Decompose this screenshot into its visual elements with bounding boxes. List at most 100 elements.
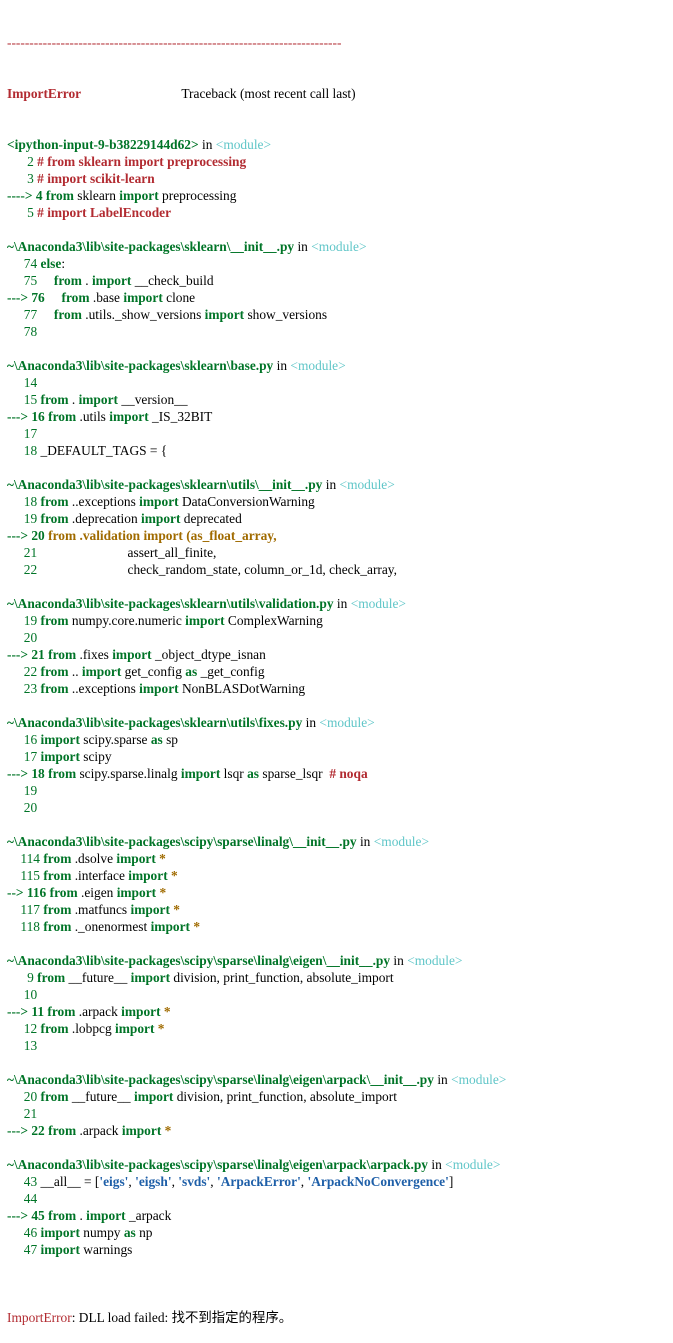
current-line-arrow: --->	[7, 528, 32, 543]
current-line-arrow: --->	[7, 1123, 32, 1138]
code-token: _IS_32BIT	[148, 409, 213, 424]
code-token: _arpack	[125, 1208, 172, 1223]
line-number: 22	[31, 1123, 45, 1138]
line-number: 3	[27, 171, 34, 186]
code-token: ,	[300, 1174, 308, 1189]
current-line-arrow: --->	[7, 409, 32, 424]
line-number: 21	[31, 647, 45, 662]
code-token: ..	[68, 664, 82, 679]
frame-file-path: ~\Anaconda3\lib\site-packages\scipy\spar…	[7, 953, 391, 968]
code-line: 19	[7, 782, 506, 799]
code-token: .arpack	[76, 1123, 122, 1138]
code-token: DataConversionWarning	[178, 494, 315, 509]
code-token: from	[40, 1021, 69, 1036]
code-token: preprocessing	[158, 188, 237, 203]
code-token: import	[91, 273, 132, 288]
line-number: 20	[23, 1089, 38, 1104]
code-token: *	[160, 1004, 171, 1019]
code-line: 43 __all__ = ['eigs', 'eigsh', 'svds', '…	[7, 1173, 506, 1190]
code-token: .dsolve	[71, 851, 117, 866]
code-token: from	[48, 1123, 77, 1138]
code-token: from	[45, 188, 74, 203]
code-line: 46 import numpy as np	[7, 1224, 506, 1241]
line-number: 2	[27, 154, 34, 169]
code-line: ---> 76 from .base import clone	[7, 289, 506, 306]
code-line: 20 from __future__ import division, prin…	[7, 1088, 506, 1105]
code-token: .interface	[71, 868, 129, 883]
code-token: ..exceptions	[68, 681, 140, 696]
code-token: __version__	[117, 392, 188, 407]
frame-in-keyword: in	[297, 239, 308, 254]
code-token: as	[247, 766, 260, 781]
line-number: 45	[31, 1208, 45, 1223]
footer-error-message: : DLL load failed: 找不到指定的程序。	[71, 1310, 293, 1325]
frame-in-keyword: in	[431, 1157, 442, 1172]
line-number: 9	[27, 970, 34, 985]
code-line: ---> 20 from .validation import (as_floa…	[7, 527, 506, 544]
code-token: .lobpcg	[68, 1021, 116, 1036]
code-token: 'ArpackError'	[216, 1174, 301, 1189]
frame-module-name: <module>	[451, 1072, 507, 1087]
code-token: division, print_function, absolute_impor…	[170, 970, 394, 985]
code-token: NonBLASDotWarning	[178, 681, 306, 696]
frame-header: ~\Anaconda3\lib\site-packages\scipy\spar…	[7, 1156, 506, 1173]
frame-header: ~\Anaconda3\lib\site-packages\sklearn\ut…	[7, 476, 506, 493]
line-number: 18	[23, 494, 38, 509]
traceback-output: ----------------------------------------…	[7, 0, 506, 1343]
code-token: *	[169, 902, 180, 917]
code-token: import	[185, 613, 225, 628]
frame-in-keyword: in	[359, 834, 371, 849]
code-token: 'eigsh'	[135, 1174, 172, 1189]
line-number: 5	[27, 205, 34, 220]
frame-module-name: <module>	[319, 715, 375, 730]
code-token: .fixes	[76, 647, 113, 662]
code-token: import	[78, 392, 118, 407]
line-number: 114	[20, 851, 40, 866]
line-number: 118	[20, 919, 40, 934]
code-token: sklearn	[73, 188, 120, 203]
code-token: __future__	[65, 970, 131, 985]
frame-header: ~\Anaconda3\lib\site-packages\scipy\spar…	[7, 952, 506, 969]
line-number: 16	[23, 732, 38, 747]
code-line: --> 116 from .eigen import *	[7, 884, 506, 901]
line-number: 13	[23, 1038, 38, 1053]
code-token: import	[40, 1225, 80, 1240]
code-token: else	[40, 256, 62, 271]
line-number: 10	[23, 987, 38, 1002]
line-number: 19	[23, 511, 38, 526]
line-number: 16	[31, 409, 45, 424]
code-token: import	[128, 868, 168, 883]
code-token: import	[116, 885, 157, 900]
code-line: ---> 18 from scipy.sparse.linalg import …	[7, 765, 506, 782]
frame-header: ~\Anaconda3\lib\site-packages\scipy\spar…	[7, 833, 506, 850]
line-number: 23	[23, 681, 38, 696]
code-token: import	[40, 1242, 80, 1257]
current-line-arrow: --->	[7, 647, 32, 662]
code-token: from .validation import (as_float_array,	[48, 528, 277, 543]
frame-in-keyword: in	[336, 596, 348, 611]
code-token: ._onenormest	[71, 919, 151, 934]
code-token: from	[43, 919, 72, 934]
code-token: __future__	[68, 1089, 134, 1104]
code-token: import	[180, 766, 221, 781]
line-number: 11	[31, 1004, 45, 1019]
code-token: from	[40, 613, 69, 628]
line-number: 74	[23, 256, 38, 271]
code-token: from	[40, 681, 69, 696]
code-token: import	[86, 1208, 126, 1223]
